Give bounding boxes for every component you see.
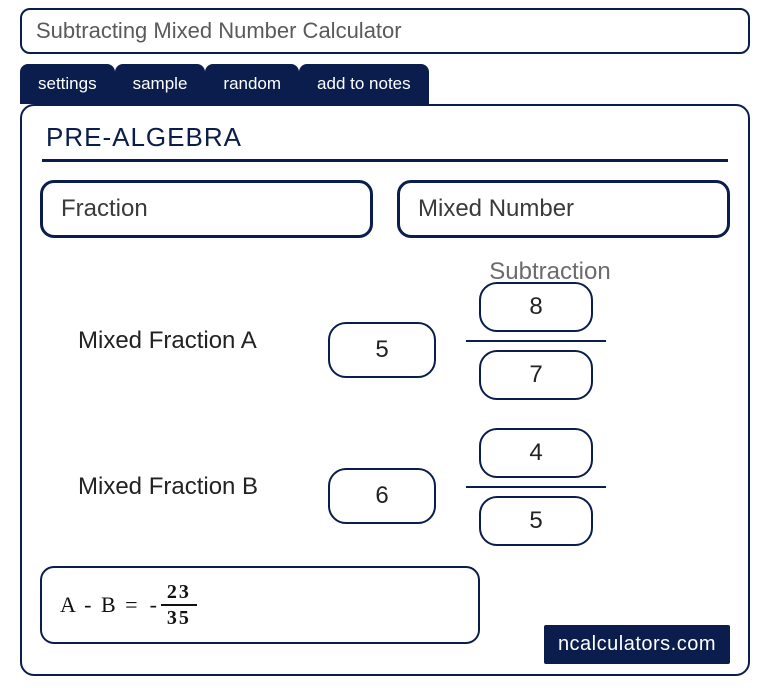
type-fraction-button[interactable]: Fraction xyxy=(40,180,373,238)
fraction-a-bar xyxy=(466,340,606,342)
tab-settings[interactable]: settings xyxy=(20,64,115,104)
page-title: Subtracting Mixed Number Calculator xyxy=(20,8,750,54)
fraction-a-denominator-input[interactable]: 7 xyxy=(479,350,593,400)
fraction-a-label: Mixed Fraction A xyxy=(78,327,328,355)
result-lhs: A - B = xyxy=(60,592,140,618)
result-numerator: 23 xyxy=(167,582,191,604)
section-underline xyxy=(42,159,728,162)
result-denominator: 35 xyxy=(161,604,197,628)
fraction-b-denominator-input[interactable]: 5 xyxy=(479,496,593,546)
brand-badge: ncalculators.com xyxy=(544,625,730,664)
fraction-a-whole-input[interactable]: 5 xyxy=(328,322,436,378)
fraction-b-fraction: 4 5 xyxy=(466,428,606,546)
fraction-b-whole-input[interactable]: 6 xyxy=(328,468,436,524)
fraction-b-numerator-input[interactable]: 4 xyxy=(479,428,593,478)
tab-random[interactable]: random xyxy=(205,64,299,104)
fraction-b-row: Mixed Fraction B 6 4 5 xyxy=(40,428,730,546)
fraction-a-row: Mixed Fraction A 5 8 7 xyxy=(40,282,730,400)
fraction-a-numerator-input[interactable]: 8 xyxy=(479,282,593,332)
fraction-b-bar xyxy=(466,486,606,488)
calculator-panel: PRE-ALGEBRA Fraction Mixed Number Subtra… xyxy=(20,104,750,676)
tab-bar: settings sample random add to notes xyxy=(20,64,750,104)
type-mixed-button[interactable]: Mixed Number xyxy=(397,180,730,238)
section-heading: PRE-ALGEBRA xyxy=(40,120,730,159)
result-fraction: 23 35 xyxy=(161,582,197,628)
fraction-a-fraction: 8 7 xyxy=(466,282,606,400)
tab-sample[interactable]: sample xyxy=(115,64,206,104)
title-text: Subtracting Mixed Number Calculator xyxy=(36,18,402,43)
result-box: A - B = - 23 35 xyxy=(40,566,480,644)
tab-add-to-notes[interactable]: add to notes xyxy=(299,64,429,104)
result-sign: - xyxy=(150,592,159,618)
fraction-b-label: Mixed Fraction B xyxy=(78,473,328,501)
type-selector-row: Fraction Mixed Number xyxy=(40,180,730,238)
